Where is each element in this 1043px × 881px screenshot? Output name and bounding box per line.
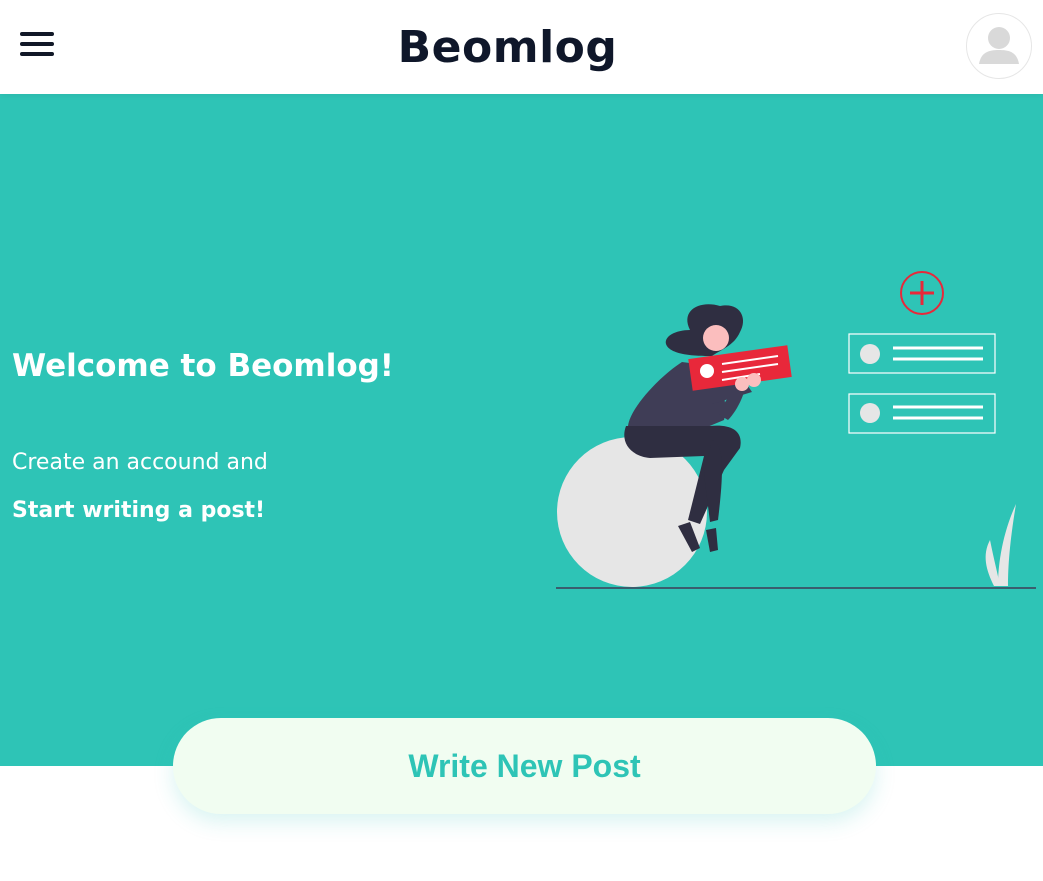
woman-sitting-on-ball-illustration [556, 271, 1036, 589]
write-new-post-button[interactable]: Write New Post [173, 718, 876, 814]
top-header: Beomlog [0, 0, 1043, 94]
hero-call-to-action-text: Start writing a post! [12, 498, 266, 523]
hero-title: Welcome to Beomlog! [12, 348, 394, 384]
hero-subtitle: Create an accound and [12, 450, 268, 475]
brand-title[interactable]: Beomlog [0, 20, 1015, 76]
user-avatar-icon[interactable] [966, 13, 1032, 79]
hero-banner: Welcome to Beomlog! Create an accound an… [0, 94, 1043, 766]
